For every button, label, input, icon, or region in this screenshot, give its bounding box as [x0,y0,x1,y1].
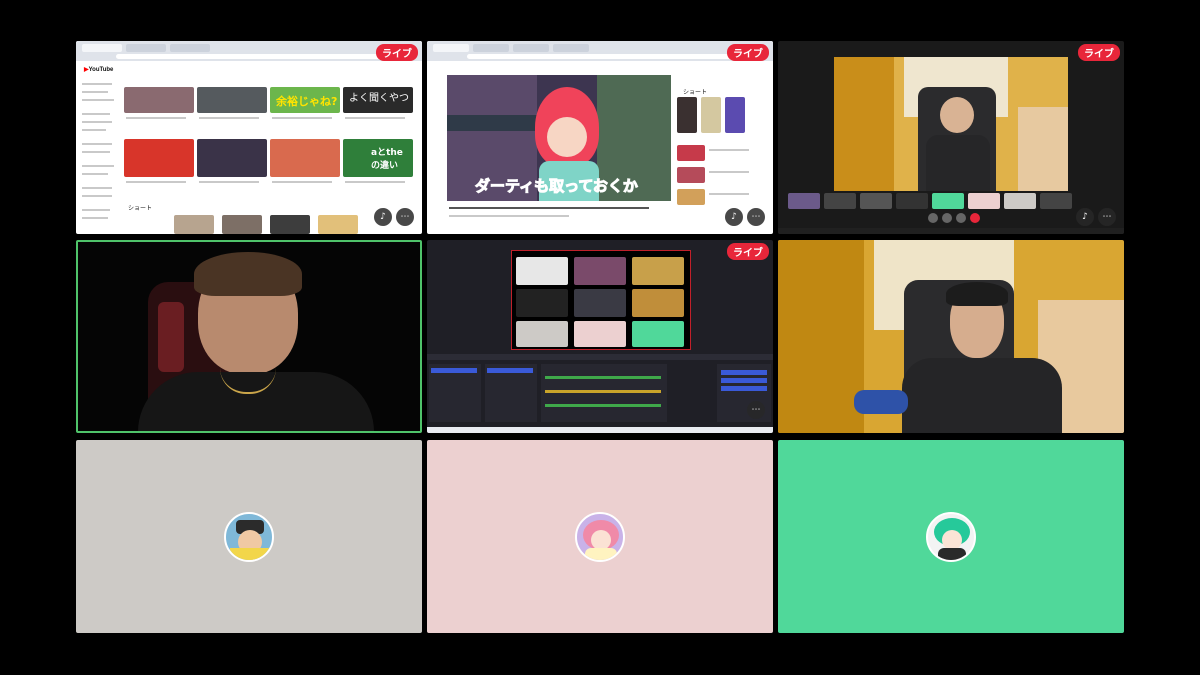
short-thumbnail[interactable] [174,215,214,234]
more-options-icon[interactable]: ⋯ [396,208,414,226]
video-subtitle: ダーティも取っておくか [475,177,639,196]
speaker-icon[interactable]: ♪ [1076,208,1094,226]
browser-chrome [427,41,773,61]
participant-avatar-tile[interactable] [778,440,1124,633]
screen-share-obs[interactable]: ライブ ⋯ [427,240,773,433]
video-player[interactable]: ダーティも取っておくか [447,75,671,201]
participant-avatar-tile[interactable] [76,440,422,633]
short-thumbnail[interactable] [677,97,697,133]
video-thumbnail[interactable] [677,189,705,205]
obs-audio-mixer [541,364,667,422]
thumbnail-text: よく聞くやつ [349,93,409,104]
call-controls [928,213,988,223]
video-thumbnail[interactable] [677,145,705,161]
call-participant-strip [786,193,1116,209]
live-badge: ライブ [1078,44,1120,61]
avatar [575,511,625,562]
video-thumbnail[interactable] [270,139,340,177]
camera-participant-speaking[interactable] [76,240,422,433]
thumbnail-text: aとtheの違い [371,148,403,171]
avatar [926,511,976,562]
live-badge: ライブ [727,243,769,260]
video-thumbnail[interactable] [124,139,194,177]
camera-streamer-room-2[interactable] [778,240,1124,433]
short-thumbnail[interactable] [701,97,721,133]
taskbar [778,228,1124,234]
video-thumbnail[interactable] [197,87,267,113]
participant-avatar-tile[interactable] [427,440,773,633]
video-thumbnail[interactable] [197,139,267,177]
obs-sources-panel [485,364,537,422]
webcam-video [834,57,1068,191]
short-thumbnail[interactable] [725,97,745,133]
taskbar [427,427,773,433]
video-thumbnail[interactable]: よく聞くやつ [343,87,413,113]
shorts-label: ショート [683,90,708,96]
more-options-icon[interactable]: ⋯ [1098,208,1116,226]
webcam-video [78,242,420,431]
obs-toolbar [427,354,773,360]
screen-share-youtube-home[interactable]: ▶YouTube 余裕じゃね? よく聞くやつ aとtheの違い ショート ライブ… [76,41,422,234]
thumbnail-text: 余裕じゃね? [276,95,338,108]
short-thumbnail[interactable] [318,215,358,234]
shorts-label: ショート [128,206,153,212]
avatar [224,511,274,562]
speaker-icon[interactable]: ♪ [725,208,743,226]
short-thumbnail[interactable] [270,215,310,234]
browser-chrome [76,41,422,61]
short-thumbnail[interactable] [222,215,262,234]
live-badge: ライブ [727,44,769,61]
video-thumbnail[interactable] [124,87,194,113]
video-thumbnail[interactable] [677,167,705,183]
more-options-icon[interactable]: ⋯ [747,401,765,419]
webcam-video [778,240,1124,433]
screen-share-youtube-watch[interactable]: ダーティも取っておくか ショート ライブ ♪ ⋯ [427,41,773,234]
obs-scenes-panel [429,364,481,422]
live-badge: ライブ [376,44,418,61]
camera-streamer-room-1[interactable]: ライブ ♪ ⋯ [778,41,1124,234]
more-options-icon[interactable]: ⋯ [747,208,765,226]
obs-preview [511,250,691,350]
youtube-logo: ▶YouTube [84,67,114,73]
video-thumbnail[interactable]: 余裕じゃね? [270,87,340,113]
youtube-sidebar [80,79,120,229]
video-thumbnail[interactable]: aとtheの違い [343,139,413,177]
speaker-icon[interactable]: ♪ [374,208,392,226]
